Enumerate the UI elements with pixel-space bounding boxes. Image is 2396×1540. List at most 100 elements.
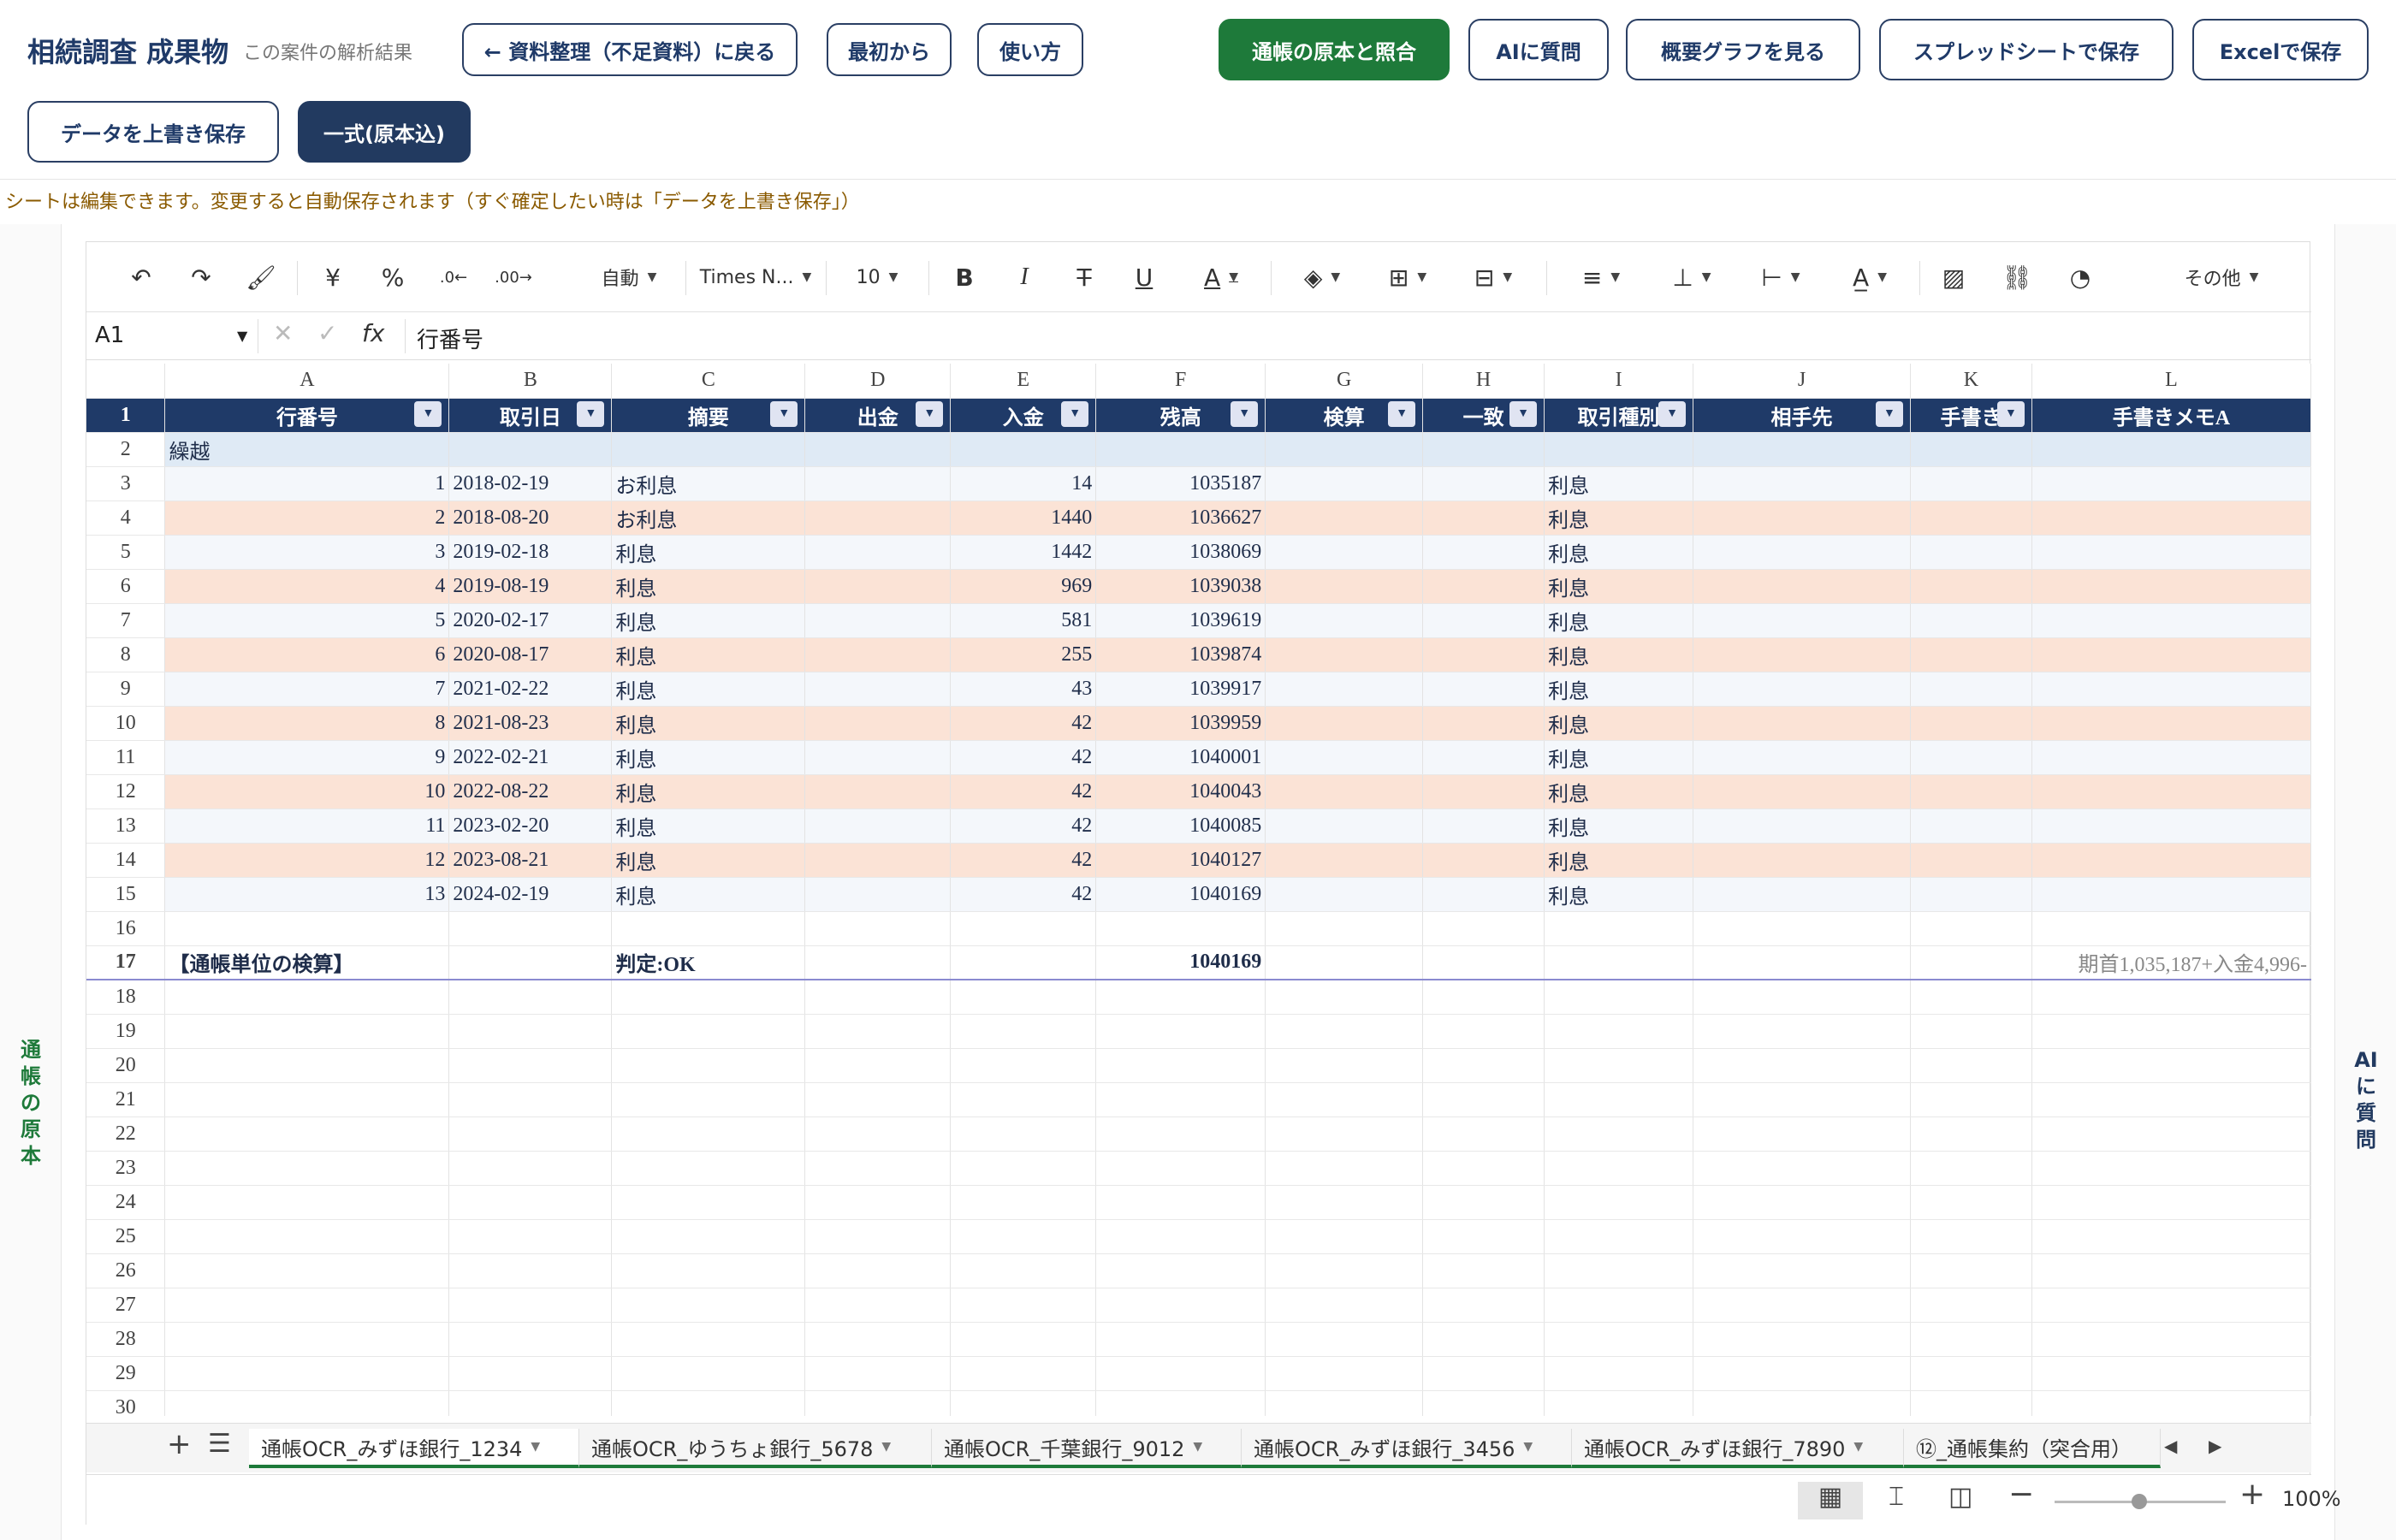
font-family-select[interactable]: Times N... ▼: [696, 259, 815, 295]
cell[interactable]: [1693, 535, 1911, 570]
cell[interactable]: [804, 535, 952, 570]
cell[interactable]: [804, 877, 952, 912]
column-header-f[interactable]: F: [1095, 364, 1266, 399]
header-cell[interactable]: 入金 ▼: [950, 398, 1097, 433]
currency-icon[interactable]: ¥: [316, 259, 350, 295]
filter-dropdown-icon[interactable]: ▼: [1875, 400, 1903, 427]
cell[interactable]: [1422, 1185, 1545, 1220]
cell[interactable]: 利息: [611, 774, 806, 809]
cell[interactable]: 利息: [611, 535, 806, 570]
cell[interactable]: [950, 432, 1097, 467]
cell[interactable]: [804, 1253, 952, 1288]
cell[interactable]: [1422, 1116, 1545, 1152]
cell[interactable]: [804, 843, 952, 878]
cell[interactable]: [611, 1288, 806, 1323]
cell[interactable]: [611, 1322, 806, 1357]
cell[interactable]: [1265, 1219, 1424, 1254]
filter-dropdown-icon[interactable]: ▼: [1658, 400, 1687, 427]
cell[interactable]: 利息: [611, 877, 806, 912]
cell[interactable]: 1040001: [1095, 740, 1266, 775]
cell[interactable]: 2024-02-19: [448, 877, 613, 912]
header-cell[interactable]: 手書きメモA: [2031, 398, 2311, 433]
cell[interactable]: [448, 1014, 613, 1049]
cell[interactable]: [1910, 1014, 2032, 1049]
save-spreadsheet-button[interactable]: スプレッドシートで保存: [1879, 19, 2174, 80]
cell[interactable]: [1544, 432, 1694, 467]
filter-dropdown-icon[interactable]: ▼: [1231, 400, 1259, 427]
cell[interactable]: [1095, 1390, 1266, 1416]
cell[interactable]: 利息: [1544, 808, 1694, 844]
cell[interactable]: [1910, 603, 2032, 638]
cell[interactable]: [950, 1151, 1097, 1186]
row-header[interactable]: 17: [86, 945, 166, 980]
function-icon[interactable]: fx: [362, 319, 384, 347]
cell[interactable]: [1422, 637, 1545, 672]
cell[interactable]: [1095, 432, 1266, 467]
cell[interactable]: 利息: [611, 740, 806, 775]
row-header[interactable]: 6: [86, 569, 166, 604]
cell[interactable]: [1693, 637, 1911, 672]
tab-menu-caret-icon[interactable]: ▼: [1853, 1440, 1863, 1454]
cell[interactable]: [2031, 1116, 2311, 1152]
cell[interactable]: 1442: [950, 535, 1097, 570]
cell[interactable]: [448, 1219, 613, 1254]
column-header-g[interactable]: G: [1265, 364, 1424, 399]
cell[interactable]: 1035187: [1095, 466, 1266, 501]
cell[interactable]: [804, 1322, 952, 1357]
cell[interactable]: 2021-02-22: [448, 672, 613, 707]
cell[interactable]: [1544, 1390, 1694, 1416]
cell[interactable]: 2023-02-20: [448, 808, 613, 844]
cell[interactable]: [448, 1390, 613, 1416]
cell[interactable]: [164, 1151, 450, 1186]
cell[interactable]: [1910, 1116, 2032, 1152]
sheet-tab[interactable]: 通帳OCR_みずほ銀行_7890 ▼: [1572, 1429, 1904, 1468]
column-header-i[interactable]: I: [1544, 364, 1694, 399]
column-header-k[interactable]: K: [1910, 364, 2032, 399]
cell[interactable]: [1544, 980, 1694, 1015]
cell[interactable]: [611, 1014, 806, 1049]
cell[interactable]: [611, 1356, 806, 1391]
cell[interactable]: [164, 980, 450, 1015]
filter-dropdown-icon[interactable]: ▼: [770, 400, 798, 427]
cell[interactable]: 1038069: [1095, 535, 1266, 570]
summary-memo-cell[interactable]: 期首1,035,187+入金4,996-: [2031, 945, 2311, 980]
cell[interactable]: [1265, 877, 1424, 912]
sheet-tab[interactable]: ⑫_通帳集約（突合用）: [1904, 1429, 2161, 1468]
cell[interactable]: 13: [164, 877, 450, 912]
cell[interactable]: [950, 1322, 1097, 1357]
cell[interactable]: [804, 466, 952, 501]
italic-icon[interactable]: I: [1007, 259, 1041, 295]
sheet-list-icon[interactable]: ☰: [208, 1429, 231, 1459]
cell[interactable]: [1544, 1151, 1694, 1186]
cell[interactable]: [1910, 1322, 2032, 1357]
ask-ai-button[interactable]: AIに質問: [1468, 19, 1609, 80]
cell[interactable]: 2018-02-19: [448, 466, 613, 501]
cell[interactable]: [2031, 535, 2311, 570]
cell[interactable]: [2031, 603, 2311, 638]
cell[interactable]: [804, 706, 952, 741]
cell[interactable]: 2020-02-17: [448, 603, 613, 638]
back-button[interactable]: ← 資料整理（不足資料）に戻る: [462, 23, 798, 76]
cell[interactable]: [1693, 1048, 1911, 1083]
row-header[interactable]: 13: [86, 808, 166, 844]
cell[interactable]: [1544, 1048, 1694, 1083]
number-format-select[interactable]: 自動 ▼: [578, 259, 680, 295]
cell[interactable]: [1910, 945, 2032, 980]
cell[interactable]: [164, 1288, 450, 1323]
cell[interactable]: [1095, 1048, 1266, 1083]
row-header[interactable]: 25: [86, 1219, 166, 1254]
cell[interactable]: [448, 1185, 613, 1220]
cell[interactable]: [1422, 500, 1545, 536]
cell[interactable]: [804, 1288, 952, 1323]
cell[interactable]: [1544, 1219, 1694, 1254]
cell[interactable]: [1910, 1288, 2032, 1323]
insert-image-icon[interactable]: ▨: [1936, 259, 1971, 295]
header-cell[interactable]: 検算 ▼: [1265, 398, 1424, 433]
cell[interactable]: 10: [164, 774, 450, 809]
header-cell[interactable]: 手書き ▼: [1910, 398, 2032, 433]
cell[interactable]: [1910, 808, 2032, 844]
row-header[interactable]: 16: [86, 911, 166, 946]
cell[interactable]: [2031, 1288, 2311, 1323]
cell[interactable]: 利息: [1544, 740, 1694, 775]
cell[interactable]: 11: [164, 808, 450, 844]
